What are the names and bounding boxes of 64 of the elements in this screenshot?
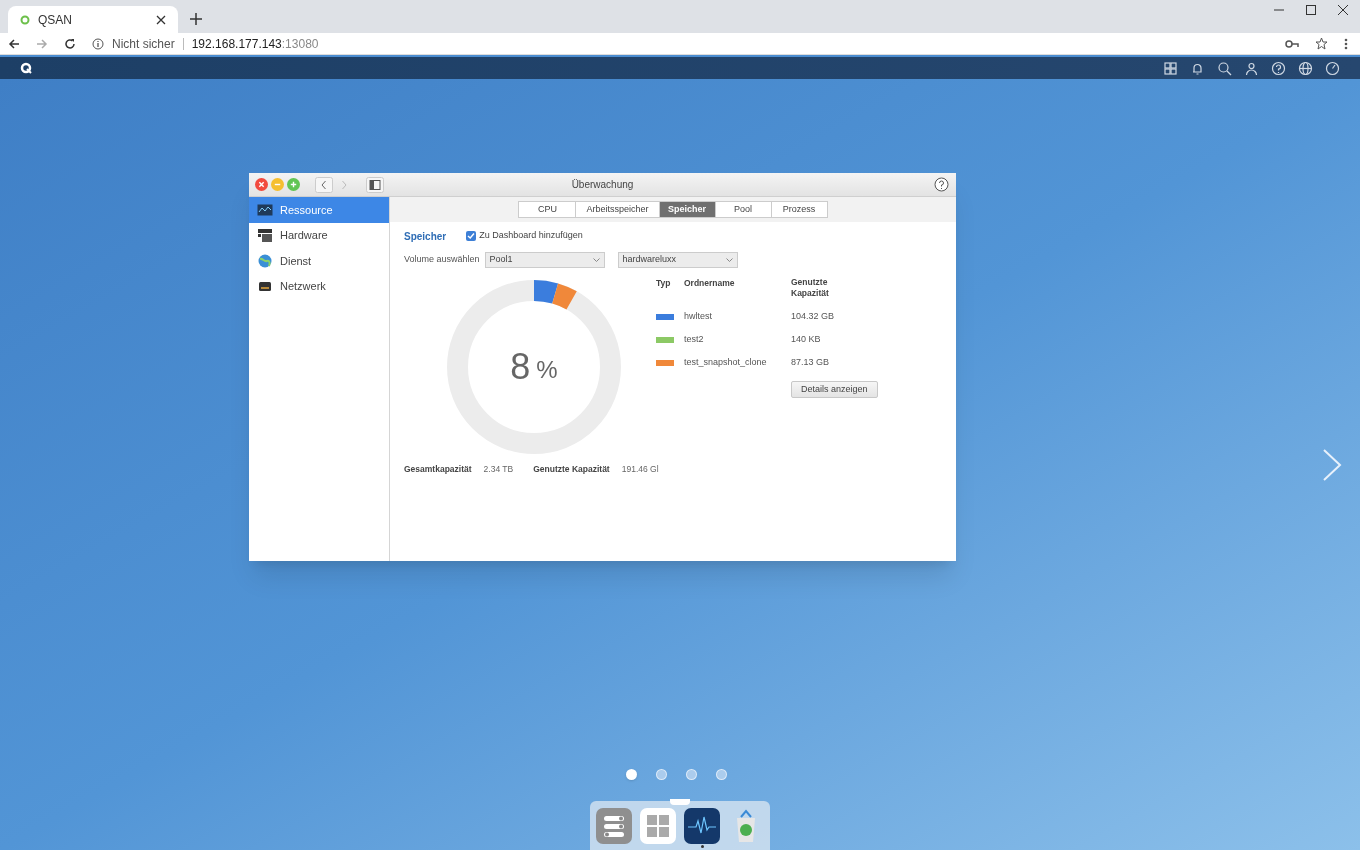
sidebar-item[interactable]: Netzwerk (249, 273, 389, 299)
used-capacity: 87.13 GB (791, 355, 830, 369)
column-header: Genutzte Kapazität (791, 277, 830, 300)
details-button[interactable]: Details anzeigen (791, 381, 878, 398)
sidebar-toggle-icon[interactable] (366, 176, 384, 193)
logo-icon[interactable] (20, 62, 32, 74)
folder-name: test2 (684, 332, 705, 346)
security-label: Nicht sicher (112, 35, 175, 53)
used-capacity: 140 KB (791, 332, 821, 346)
summary-value: 191.46 Gl (621, 463, 659, 476)
sidebar-item[interactable]: Dienst (249, 248, 389, 274)
back-icon[interactable] (8, 37, 20, 50)
checkbox[interactable] (466, 231, 477, 241)
key-icon[interactable] (1285, 38, 1299, 49)
usage-ring-segment (534, 280, 559, 304)
sidebar-item[interactable]: Ressource (249, 197, 389, 223)
volume-dropdown[interactable]: Pool1 (484, 252, 605, 268)
summary-label: Genutzte Kapazität (533, 463, 610, 476)
help-icon[interactable] (934, 177, 949, 192)
dock-handle[interactable] (670, 799, 690, 805)
percent-unit: % (536, 358, 558, 382)
maximize-icon[interactable] (1306, 5, 1316, 15)
star-icon[interactable] (1315, 37, 1328, 50)
used-capacity: 104.32 GB (791, 309, 835, 323)
grid-icon[interactable] (1163, 60, 1178, 76)
new-tab-icon[interactable] (190, 12, 202, 25)
dashboard-checkbox[interactable]: Zu Dashboard hinzufügen (466, 229, 583, 243)
close-icon[interactable] (1338, 5, 1348, 15)
globe-icon (257, 252, 273, 269)
tab[interactable]: Speicher (658, 202, 715, 217)
close-icon[interactable] (156, 14, 166, 25)
tab[interactable]: CPU (519, 202, 576, 217)
folder-name: hwltest (684, 309, 713, 323)
more-icon[interactable] (1344, 37, 1348, 50)
globe-icon[interactable] (1298, 60, 1313, 76)
tab[interactable]: Pool (714, 202, 771, 217)
user-icon[interactable] (1244, 60, 1259, 76)
caret-icon (725, 257, 733, 263)
column-header: Typ (656, 277, 672, 290)
folder-dropdown[interactable]: hardwareluxx (617, 252, 738, 268)
window-title: Überwachung (571, 178, 634, 192)
gauge-icon[interactable] (1325, 60, 1340, 76)
folder-name: test_snapshot_clone (684, 355, 768, 369)
reload-icon[interactable] (64, 37, 76, 50)
tab-title: QSAN (38, 11, 73, 29)
tab[interactable]: Prozess (770, 202, 827, 217)
section-title: Speicher (404, 229, 447, 244)
browser-tab[interactable]: QSAN (8, 6, 178, 33)
site-icon (20, 14, 30, 25)
tab[interactable]: Arbeitsspeicher (575, 202, 659, 217)
toggles-app-icon[interactable] (596, 808, 632, 844)
summary-value: 2.34 TB (483, 463, 514, 476)
usage-percent: 8 (510, 349, 531, 385)
summary-label: Gesamtkapazität (404, 463, 472, 476)
hardware-icon (257, 227, 273, 244)
caret-icon (592, 257, 600, 263)
column-header: Ordnername (684, 277, 736, 290)
url-text: 192.168.177.143:13080 (191, 35, 319, 53)
info-icon (92, 37, 104, 50)
heartbeat-app-icon[interactable] (684, 808, 720, 844)
volume-label: Volume auswählen (404, 253, 480, 267)
search-icon[interactable] (1217, 60, 1232, 76)
usage-ring-segment (552, 283, 577, 310)
sidebar-item[interactable]: Hardware (249, 222, 389, 248)
